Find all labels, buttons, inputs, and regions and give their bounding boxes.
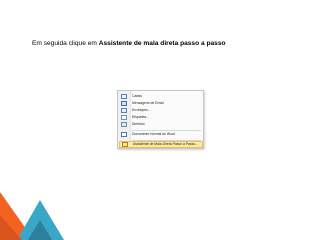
menu-item-envelopes[interactable]: Envelopes... <box>119 107 203 114</box>
document-icon <box>121 132 127 137</box>
decorative-corner-shapes <box>0 192 64 240</box>
directory-icon <box>121 122 127 127</box>
menu-item-label: Etiquetas... <box>132 115 149 119</box>
menu-item-label: Envelopes... <box>132 108 151 112</box>
menu-item-mensagens-email[interactable]: Mensagens de Email <box>119 100 203 107</box>
envelope-icon <box>121 108 127 113</box>
menu-item-label: Documento Normal do Word <box>132 132 175 136</box>
menu-item-documento-normal[interactable]: Documento Normal do Word <box>119 131 203 138</box>
wizard-icon <box>122 141 128 147</box>
mail-merge-dropdown-menu: Cartas Mensagens de Email Envelopes... E… <box>117 90 204 149</box>
menu-item-assistente-mala-direta[interactable]: Assistente de Mala Direta Passo a Passo.… <box>119 140 203 148</box>
menu-item-label: Cartas <box>132 94 142 98</box>
instruction-prefix: Em seguida clique em <box>32 40 99 47</box>
menu-item-label: Mensagens de Email <box>132 101 164 105</box>
instruction-bold-text: Assistente de mala direta passo a passo <box>98 40 226 47</box>
menu-item-etiquetas[interactable]: Etiquetas... <box>119 114 203 121</box>
slide-instruction: Em seguida clique em Assistente de mala … <box>32 40 226 47</box>
menu-item-diretorio[interactable]: Diretório <box>119 121 203 128</box>
email-icon <box>121 101 127 106</box>
menu-item-label: Assistente de Mala Direta Passo a Passo.… <box>133 141 199 146</box>
menu-item-label: Diretório <box>132 122 145 126</box>
menu-item-cartas[interactable]: Cartas <box>119 93 203 100</box>
envelope-icon <box>121 94 127 99</box>
labels-icon <box>121 115 127 120</box>
